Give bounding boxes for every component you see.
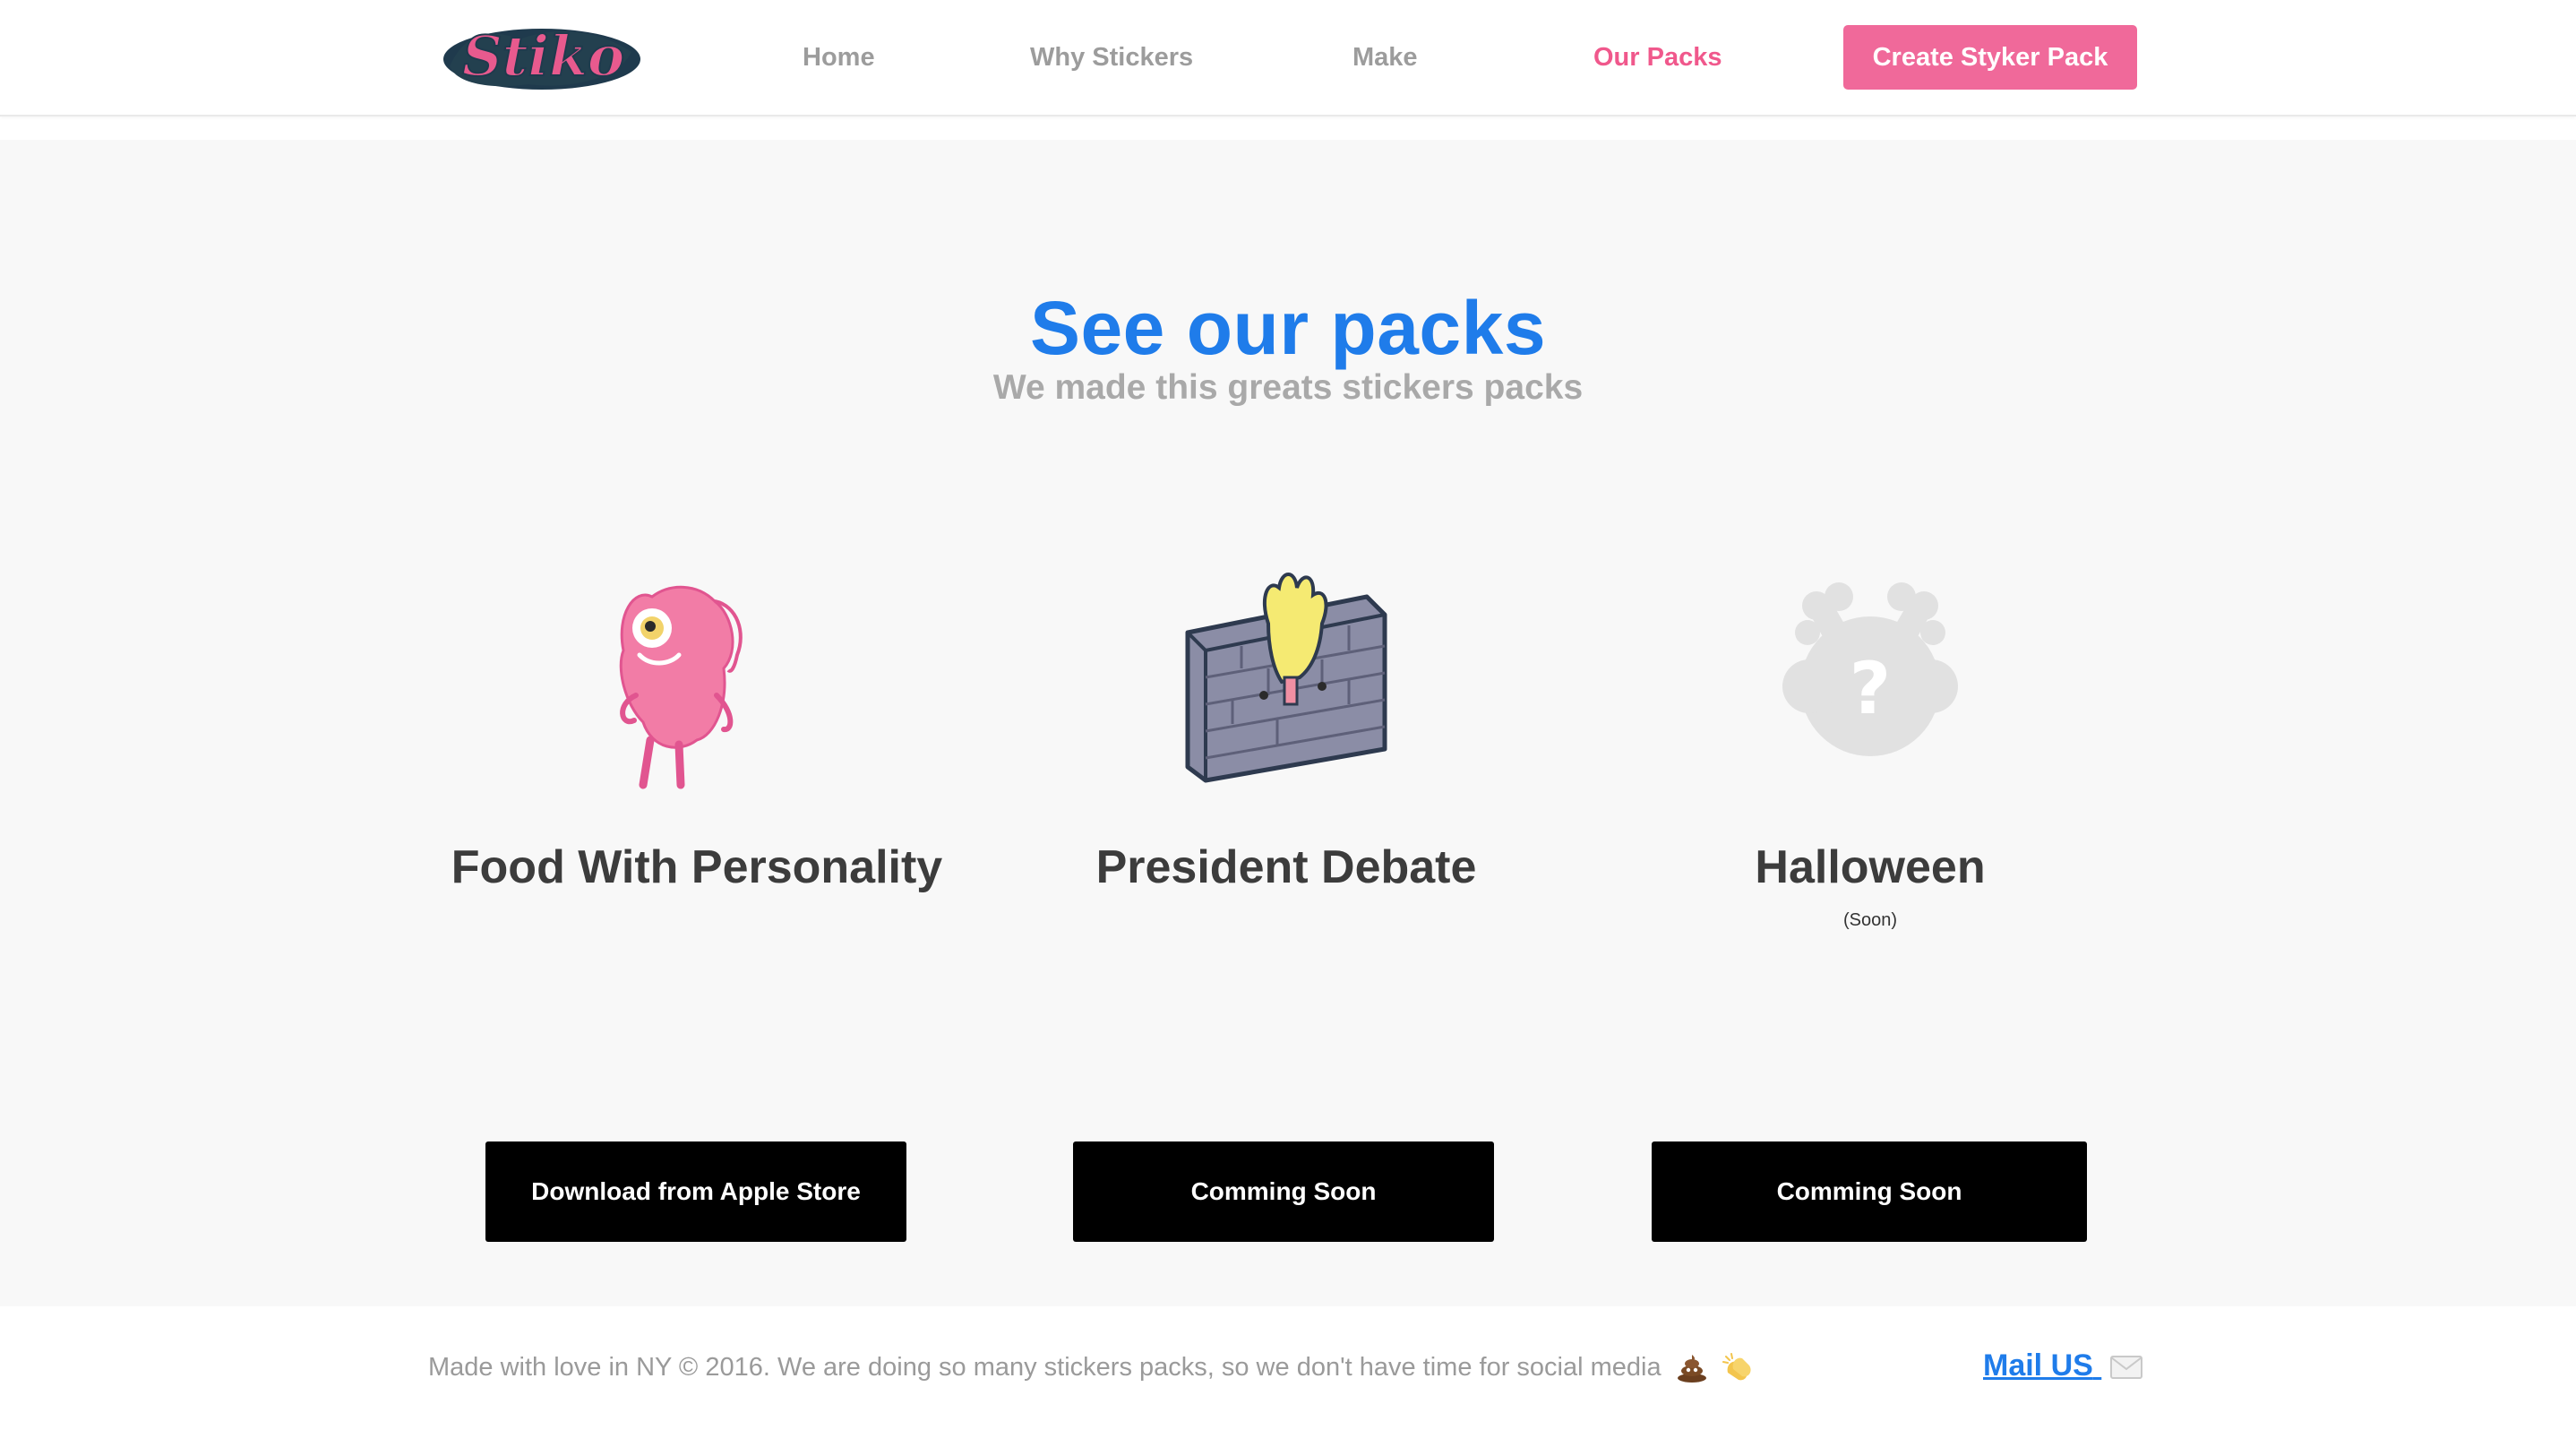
footer-copyright: Made with love in NY © 2016. We are doin… bbox=[428, 1353, 1662, 1382]
envelope-icon bbox=[2110, 1356, 2143, 1380]
svg-text:?: ? bbox=[1850, 647, 1891, 730]
mail-us-link[interactable]: Mail US bbox=[1983, 1346, 2143, 1385]
create-pack-button[interactable]: Create Styker Pack bbox=[1843, 25, 2137, 90]
stiko-logo[interactable]: Stiko bbox=[439, 13, 645, 99]
pack-title: President Debate bbox=[1095, 841, 1477, 893]
pack-soon-note: (Soon) bbox=[1842, 910, 1898, 930]
nav-why-stickers[interactable]: Why Stickers bbox=[1030, 39, 1193, 75]
mail-us-label: Mail US bbox=[1983, 1348, 2093, 1383]
brick-wall-hand-icon bbox=[1185, 573, 1387, 783]
footer-text-row: Made with love in NY © 2016. We are doin… bbox=[428, 1349, 1755, 1385]
page-title: See our packs bbox=[1029, 286, 1547, 370]
coming-soon-button[interactable]: Comming Soon bbox=[1652, 1141, 2087, 1242]
coming-soon-button[interactable]: Comming Soon bbox=[1073, 1141, 1494, 1242]
mystery-question-icon: ? bbox=[1782, 582, 1958, 756]
pack-card-halloween: ? Halloween (Soon) Comming Soon bbox=[1593, 570, 2148, 1242]
nav-our-packs[interactable]: Our Packs bbox=[1593, 39, 1722, 75]
nav-make[interactable]: Make bbox=[1352, 39, 1418, 75]
pack-card-debate: President Debate Comming Soon bbox=[1009, 570, 1564, 1242]
poop-emoji-icon bbox=[1677, 1355, 1706, 1383]
pack-card-food: Food With Personality Download from Appl… bbox=[419, 570, 975, 1242]
pink-steak-character-icon bbox=[619, 585, 743, 789]
clapping-hands-emoji-icon bbox=[1722, 1353, 1751, 1381]
site-footer: Made with love in NY © 2016. We are doin… bbox=[0, 1306, 2576, 1430]
packs-section: See our packs We made this greats sticke… bbox=[0, 140, 2576, 1306]
nav-home[interactable]: Home bbox=[803, 39, 875, 75]
page-subtitle: We made this greats stickers packs bbox=[992, 368, 1584, 407]
site-header: Stiko Home Why Stickers Make Our Packs C… bbox=[0, 0, 2576, 116]
svg-text:Stiko: Stiko bbox=[462, 23, 624, 89]
download-apple-store-button[interactable]: Download from Apple Store bbox=[485, 1141, 906, 1242]
pack-title: Halloween bbox=[1755, 841, 1986, 893]
pack-title: Food With Personality bbox=[451, 841, 943, 893]
